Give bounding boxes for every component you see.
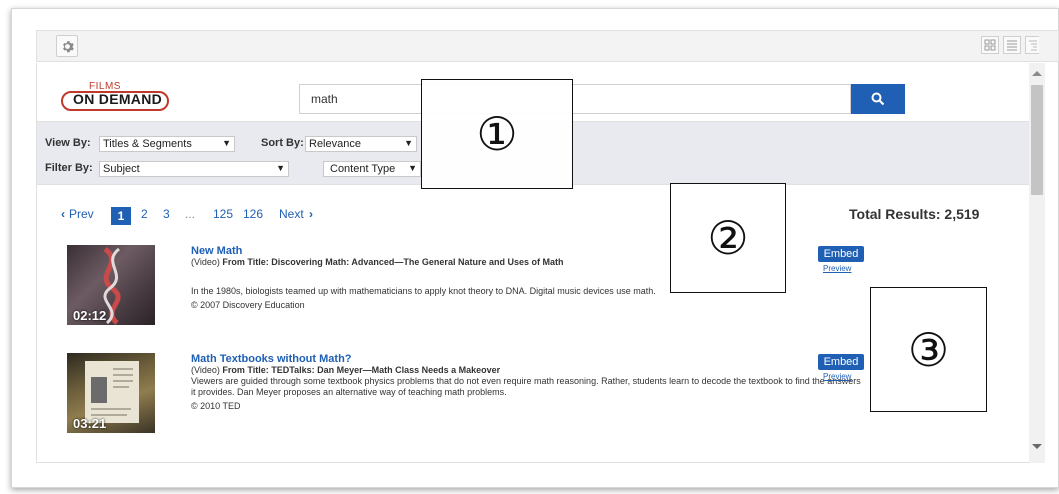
result-from-title[interactable]: Discovering Math: Advanced—The General N…: [271, 257, 563, 267]
page-link[interactable]: 125: [213, 207, 233, 221]
search-button[interactable]: [851, 84, 905, 114]
content-type-value: Content Type: [330, 163, 396, 175]
total-results: Total Results: 2,519: [849, 206, 980, 222]
content-type-select[interactable]: Content Type ▼: [323, 161, 421, 177]
embed-button[interactable]: Embed: [818, 246, 864, 262]
page-link-current[interactable]: 1: [111, 207, 131, 225]
vertical-scrollbar[interactable]: [1029, 63, 1045, 463]
result-thumbnail[interactable]: 03:21: [67, 353, 155, 433]
callout-1: ①: [421, 79, 573, 189]
page-link[interactable]: 2: [141, 207, 148, 221]
result-from-title[interactable]: TEDTalks: Dan Meyer—Math Class Needs a M…: [271, 365, 500, 375]
page-link[interactable]: 3: [163, 207, 170, 221]
view-by-select[interactable]: Titles & Segments ▼: [99, 136, 235, 152]
subject-filter-value: Subject: [103, 163, 140, 175]
chevron-right-icon[interactable]: ›: [309, 207, 313, 221]
films-on-demand-logo[interactable]: FILMS ON DEMAND: [59, 79, 171, 115]
chevron-down-icon: ▼: [222, 138, 231, 148]
view-by-label: View By:: [45, 137, 91, 149]
settings-button[interactable]: [56, 35, 78, 57]
list-view-button[interactable]: [1003, 36, 1021, 54]
tree-view-button[interactable]: [1025, 36, 1039, 54]
result-copyright: © 2010 TED: [191, 401, 241, 411]
preview-link[interactable]: Preview: [823, 264, 851, 273]
result-source: (Video) From Title: Discovering Math: Ad…: [191, 257, 631, 268]
preview-link[interactable]: Preview: [823, 372, 851, 381]
grid-view-icon: [984, 39, 996, 51]
sort-by-value: Relevance: [309, 138, 361, 150]
sort-by-label: Sort By:: [261, 137, 304, 149]
search-input[interactable]: math: [299, 84, 851, 114]
chevron-down-icon: ▼: [404, 138, 413, 148]
callout-3: ③: [870, 287, 987, 412]
scroll-down-icon[interactable]: [1032, 444, 1042, 449]
result-description: In the 1980s, biologists teamed up with …: [191, 286, 656, 296]
grid-view-button[interactable]: [981, 36, 999, 54]
result-thumbnail[interactable]: 02:12: [67, 245, 155, 325]
top-toolbar: [36, 30, 1059, 62]
result-type: (Video): [191, 365, 220, 375]
sort-by-select[interactable]: Relevance ▼: [305, 136, 417, 152]
logo-ondemand-text: ON DEMAND: [73, 91, 163, 107]
gear-icon: [62, 40, 74, 52]
result-from-label: From Title:: [222, 257, 269, 267]
result-duration: 03:21: [73, 416, 107, 431]
subject-filter-select[interactable]: Subject ▼: [99, 161, 289, 177]
scroll-up-icon[interactable]: [1032, 71, 1042, 76]
list-view-icon: [1007, 40, 1017, 51]
chevron-down-icon: ▼: [408, 163, 417, 173]
result-source: (Video) From Title: TEDTalks: Dan Meyer—…: [191, 365, 791, 376]
embed-button[interactable]: Embed: [818, 354, 864, 370]
result-title-link[interactable]: Math Textbooks without Math?: [191, 353, 352, 365]
result-duration: 02:12: [73, 308, 107, 323]
tree-view-icon: [1028, 40, 1037, 51]
chevron-left-icon[interactable]: ‹: [61, 207, 65, 221]
chevron-down-icon: ▼: [276, 163, 285, 173]
result-title-link[interactable]: New Math: [191, 245, 242, 257]
next-page-link[interactable]: Next: [279, 207, 304, 221]
view-by-value: Titles & Segments: [103, 138, 192, 150]
result-type: (Video): [191, 257, 220, 267]
page-ellipsis: ...: [185, 207, 196, 221]
callout-2: ②: [670, 183, 786, 293]
filter-by-label: Filter By:: [45, 162, 93, 174]
result-copyright: © 2007 Discovery Education: [191, 300, 305, 310]
scroll-thumb[interactable]: [1031, 85, 1043, 195]
prev-page-link[interactable]: Prev: [69, 207, 94, 221]
search-icon: [871, 92, 885, 106]
result-from-label: From Title:: [222, 365, 269, 375]
page-link[interactable]: 126: [243, 207, 263, 221]
result-description: Viewers are guided through some textbook…: [191, 376, 861, 397]
